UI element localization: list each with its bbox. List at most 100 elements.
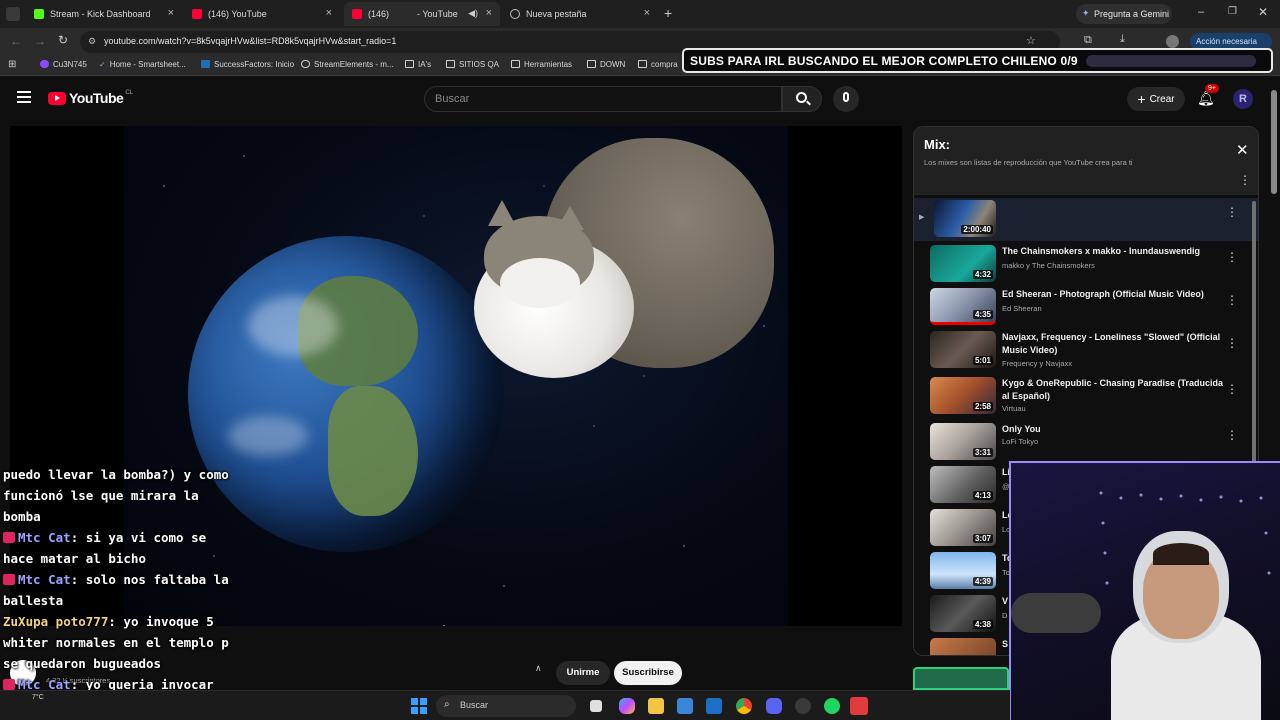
- outlook-icon[interactable]: [706, 698, 722, 714]
- copilot-icon[interactable]: [619, 698, 635, 714]
- video-thumbnail: [930, 638, 996, 655]
- subscribe-button[interactable]: Suscribirse: [614, 661, 682, 685]
- close-icon[interactable]: ×: [644, 7, 650, 19]
- file-explorer-icon[interactable]: [648, 698, 664, 714]
- youtube-icon: [192, 9, 202, 19]
- more-options-icon[interactable]: ⋮: [1226, 337, 1238, 349]
- collapse-icon[interactable]: ∧: [535, 663, 542, 674]
- extensions-icon[interactable]: ⧉: [1084, 34, 1092, 47]
- app-icon[interactable]: [850, 697, 868, 715]
- task-view-icon[interactable]: [590, 700, 602, 712]
- more-options-icon[interactable]: ⋮: [1226, 251, 1238, 263]
- youtube-icon: [352, 9, 362, 19]
- maximize-button[interactable]: ❐: [1228, 6, 1237, 17]
- streamelements-icon: [301, 60, 310, 68]
- bookmark-item[interactable]: ✓ Home - Smartsheet...: [99, 60, 186, 69]
- subs-goal-text: SUBS PARA IRL BUSCANDO EL MEJOR COMPLETO…: [690, 53, 1078, 68]
- webcam-overlay: [1009, 461, 1280, 720]
- bookmark-folder[interactable]: SITIOS QA: [446, 60, 499, 69]
- bookmark-star-icon[interactable]: ☆: [1026, 34, 1036, 47]
- notifications-button[interactable]: 🔔︎ 9+: [1197, 84, 1219, 108]
- create-button[interactable]: + Crear: [1127, 87, 1185, 111]
- reload-icon[interactable]: ↻: [58, 33, 68, 47]
- close-window-button[interactable]: ✕: [1258, 5, 1268, 19]
- avatar[interactable]: R: [1233, 89, 1253, 109]
- close-icon[interactable]: ✕: [1236, 141, 1249, 159]
- tab-youtube-home[interactable]: (146) YouTube ×: [184, 2, 340, 26]
- subs-goal-progress-bar: [1085, 54, 1256, 67]
- audio-icon[interactable]: ◀): [468, 8, 478, 19]
- search-button[interactable]: [782, 86, 822, 112]
- search-input[interactable]: Buscar: [424, 86, 782, 112]
- bookmark-item[interactable]: StreamElements - m...: [301, 60, 394, 69]
- streamer-person: [1071, 523, 1261, 720]
- tab-search-button[interactable]: [6, 7, 20, 21]
- apps-grid-icon[interactable]: ⊞: [8, 59, 16, 70]
- playlist-item[interactable]: ▶ 2:00:40 ⋮: [914, 198, 1258, 241]
- voice-search-button[interactable]: [833, 86, 859, 112]
- join-button[interactable]: Unirme: [556, 661, 610, 685]
- profile-avatar[interactable]: [1166, 35, 1179, 48]
- youtube-header: YouTube CL Buscar + Crear 🔔︎ 9+ R: [0, 76, 1280, 122]
- folder-icon: [405, 60, 414, 68]
- menu-icon[interactable]: [17, 91, 31, 103]
- tab-new-tab[interactable]: Nueva pestaña ×: [502, 2, 658, 26]
- new-tab-button[interactable]: +: [664, 5, 672, 21]
- more-options-icon[interactable]: ⋮: [1226, 383, 1238, 395]
- microphone-icon: [843, 92, 849, 102]
- more-options-icon[interactable]: ⋮: [1226, 206, 1238, 218]
- windows-start-icon[interactable]: [411, 698, 427, 714]
- mix-header: Mix: Los mixes son listas de reproducció…: [914, 127, 1258, 195]
- discord-icon[interactable]: [766, 698, 782, 714]
- video-thumbnail: 3:07: [930, 509, 996, 546]
- video-thumbnail: 4:39: [930, 552, 996, 589]
- related-thumbnail[interactable]: [913, 667, 1009, 690]
- check-icon: ✓: [99, 60, 106, 69]
- back-icon[interactable]: ←: [10, 34, 22, 48]
- bookmark-folder[interactable]: Herramientas: [511, 60, 572, 69]
- folder-icon: [446, 60, 455, 68]
- spotify-icon[interactable]: [824, 698, 840, 714]
- kick-icon: [34, 9, 44, 19]
- playlist-item[interactable]: 2:58 Kygo & OneRepublic - Chasing Paradi…: [914, 375, 1258, 418]
- close-icon[interactable]: ×: [326, 7, 332, 19]
- playlist-item[interactable]: 4:35 Ed Sheeran - Photograph (Official M…: [914, 286, 1258, 329]
- gemini-button[interactable]: ✦ Pregunta a Gemini: [1076, 4, 1172, 24]
- microphone-arm: [1011, 593, 1101, 633]
- more-options-icon[interactable]: ⋮: [1239, 173, 1251, 187]
- close-icon[interactable]: ×: [486, 7, 492, 19]
- taskbar-search-input[interactable]: ⌕ Buscar: [436, 695, 576, 717]
- site-info-icon[interactable]: ⚙: [88, 36, 96, 47]
- more-options-icon[interactable]: ⋮: [1226, 294, 1238, 306]
- bookmark-item[interactable]: Cu3N745: [40, 60, 87, 69]
- download-icon[interactable]: ⤓: [1120, 33, 1125, 46]
- forward-icon[interactable]: →: [34, 34, 46, 48]
- store-icon[interactable]: [677, 698, 693, 714]
- bookmark-folder[interactable]: DOWN: [587, 60, 625, 69]
- mix-title: Mix:: [924, 137, 950, 152]
- chrome-icon[interactable]: [736, 698, 752, 714]
- tab-youtube-watch[interactable]: (146) - YouTube ◀) ×: [344, 2, 500, 26]
- chat-message: Mtc Cat: solo nos faltaba la ballesta: [3, 572, 229, 608]
- gemini-icon: ✦: [1082, 8, 1090, 18]
- chat-message: ZuXupa poto777: yo invoque 5 whiter norm…: [3, 614, 229, 671]
- more-options-icon[interactable]: ⋮: [1226, 429, 1238, 441]
- bookmark-folder[interactable]: IA's: [405, 60, 431, 69]
- stream-chat-overlay: puedo llevar la bomba?) y como funcionó …: [3, 464, 238, 716]
- tab-kick-dashboard[interactable]: Stream - Kick Dashboard ×: [26, 2, 182, 26]
- bookmark-item[interactable]: SuccessFactors: Inicio: [201, 60, 294, 69]
- video-thumbnail: 2:58: [930, 377, 996, 414]
- obs-icon[interactable]: [795, 698, 811, 714]
- close-icon[interactable]: ×: [168, 7, 174, 19]
- page-scrollbar[interactable]: [1271, 90, 1277, 194]
- youtube-logo[interactable]: YouTube CL: [48, 90, 133, 106]
- minimize-button[interactable]: –: [1198, 6, 1204, 18]
- video-thumbnail: 2:00:40: [934, 200, 996, 237]
- folder-icon: [511, 60, 520, 68]
- mix-subtitle: Los mixes son listas de reproducción que…: [924, 158, 1133, 167]
- playlist-item[interactable]: 4:32 The Chainsmokers x makko - Inundaus…: [914, 243, 1258, 286]
- bookmark-folder[interactable]: compra: [638, 60, 678, 69]
- youtube-play-icon: [48, 91, 66, 105]
- playlist-item[interactable]: 3:31 Only You LoFi Tokyo ⋮: [914, 421, 1258, 464]
- playlist-item[interactable]: 5:01 Navjaxx, Frequency - Loneliness "Sl…: [914, 329, 1258, 372]
